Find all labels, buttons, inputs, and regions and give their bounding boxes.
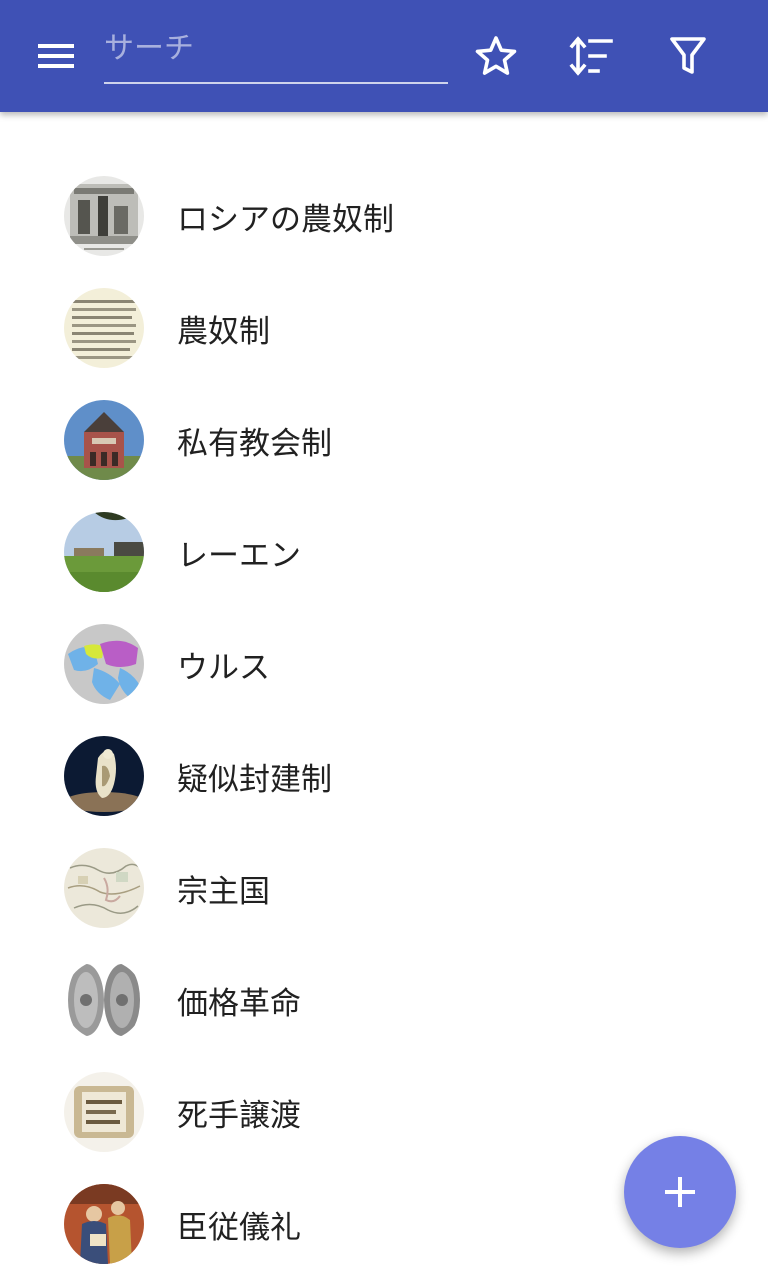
list-item[interactable]: 疑似封建制 — [0, 720, 768, 832]
sort-button[interactable] — [560, 24, 624, 88]
filter-button[interactable] — [656, 24, 720, 88]
filter-icon — [670, 37, 706, 74]
plus-icon — [665, 1177, 695, 1207]
article-thumbnail — [64, 960, 144, 1040]
article-thumbnail — [64, 1072, 144, 1152]
list-item[interactable]: ウルス — [0, 608, 768, 720]
article-thumbnail — [64, 512, 144, 592]
list-item[interactable]: ロシアの農奴制 — [0, 160, 768, 272]
article-thumbnail — [64, 288, 144, 368]
search-field[interactable] — [104, 20, 448, 84]
article-thumbnail — [64, 736, 144, 816]
menu-icon — [38, 44, 74, 68]
list-item[interactable]: 私有教会制 — [0, 384, 768, 496]
app-bar — [0, 0, 768, 112]
article-thumbnail — [64, 1184, 144, 1264]
article-thumbnail — [64, 176, 144, 256]
list-item[interactable]: 価格革命 — [0, 944, 768, 1056]
favorites-button[interactable] — [464, 24, 528, 88]
list-item[interactable]: レーエン — [0, 496, 768, 608]
article-title: 臣従儀礼 — [177, 1210, 301, 1246]
article-title: 価格革命 — [177, 986, 301, 1022]
star-outline-icon — [475, 36, 517, 75]
article-title: ウルス — [177, 650, 270, 686]
article-title: 私有教会制 — [177, 426, 332, 462]
add-button[interactable] — [624, 1136, 736, 1248]
article-title: 宗主国 — [177, 874, 270, 910]
article-title: 農奴制 — [177, 314, 270, 350]
article-list: ロシアの農奴制 農奴制 私有教会制 レーエン ウルス 疑似封建制 宗主国 価格革… — [0, 160, 768, 1280]
article-title: 死手譲渡 — [177, 1098, 301, 1134]
menu-button[interactable] — [24, 24, 88, 88]
list-item[interactable]: 宗主国 — [0, 832, 768, 944]
article-thumbnail — [64, 624, 144, 704]
article-thumbnail — [64, 400, 144, 480]
sort-icon — [569, 36, 613, 76]
article-title: ロシアの農奴制 — [177, 202, 394, 238]
list-item[interactable]: 農奴制 — [0, 272, 768, 384]
article-title: レーエン — [177, 538, 301, 574]
search-input[interactable] — [104, 24, 444, 72]
article-title: 疑似封建制 — [177, 762, 332, 798]
article-thumbnail — [64, 848, 144, 928]
